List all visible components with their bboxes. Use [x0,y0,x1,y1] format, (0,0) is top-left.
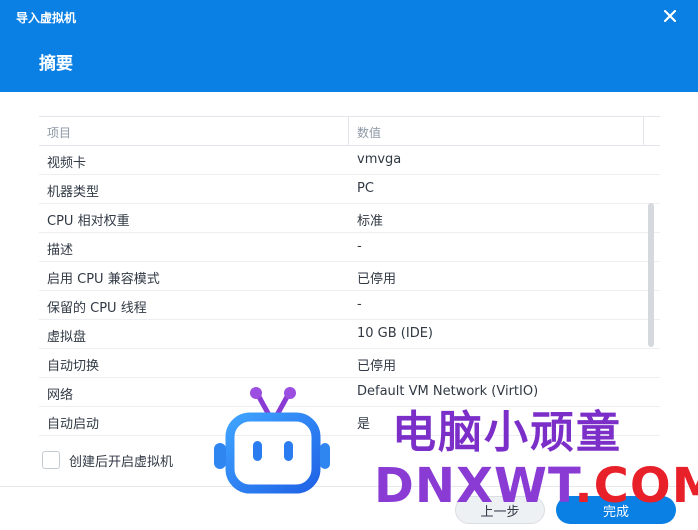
window-title: 导入虚拟机 [16,11,77,25]
watermark-text-en: DNXWT.COM [374,458,698,514]
table-row[interactable]: 启用 CPU 兼容模式 已停用 [39,262,660,291]
table-row[interactable]: 描述 - [39,233,660,262]
row-value: PC [357,181,374,196]
column-header-item[interactable]: 项目 [47,124,71,141]
row-value: - [357,239,362,254]
row-item: 启用 CPU 兼容模式 [47,272,160,287]
row-value: vmvga [357,152,402,167]
power-on-checkbox-label: 创建后开启虚拟机 [69,454,174,470]
dialog-header: 导入虚拟机 摘要 [0,0,698,92]
row-item: 保留的 CPU 线程 [47,301,147,316]
column-divider[interactable] [643,117,644,146]
row-value: 是 [357,417,371,432]
table-row[interactable]: 自动切换 已停用 [39,349,660,378]
table-scrollbar[interactable] [648,203,654,347]
row-item: 视频卡 [47,156,87,171]
row-item: 自动切换 [47,359,100,374]
robot-logo [214,387,330,494]
row-value: 标准 [357,214,384,229]
watermark-text-cn: 电脑小顽童 [392,407,622,458]
row-value: 已停用 [357,359,397,374]
power-on-after-create-option[interactable]: 创建后开启虚拟机 [42,450,173,470]
row-item: CPU 相对权重 [47,214,130,229]
table-row[interactable]: 机器类型 PC [39,175,660,204]
close-icon [663,9,677,23]
row-item: 机器类型 [47,185,100,200]
table-row[interactable]: 视频卡 vmvga [39,146,660,175]
table-row[interactable]: CPU 相对权重 标准 [39,204,660,233]
summary-table: 项目 数值 视频卡 vmvga 机器类型 PC CPU 相对权重 标准 描述 -… [39,116,660,444]
table-row[interactable]: 虚拟盘 10 GB (IDE) [39,320,660,349]
row-value: 10 GB (IDE) [357,326,434,341]
row-item: 自动启动 [47,417,100,432]
row-value: - [357,297,362,312]
row-value: 已停用 [357,272,397,287]
column-header-value[interactable]: 数值 [357,124,381,141]
row-item: 虚拟盘 [47,330,87,345]
power-on-checkbox[interactable] [42,451,60,469]
table-header: 项目 数值 [39,116,660,146]
watermark-text-en-main: DNXWT [374,458,575,514]
row-item: 网络 [47,388,74,403]
column-divider[interactable] [348,117,349,146]
table-body: 视频卡 vmvga 机器类型 PC CPU 相对权重 标准 描述 - 启用 CP… [39,146,660,436]
table-row[interactable]: 保留的 CPU 线程 - [39,291,660,320]
section-title: 摘要 [39,54,73,74]
watermark-text-en-suffix: .COM [574,458,698,514]
row-item: 描述 [47,243,74,258]
close-button[interactable] [660,6,680,26]
